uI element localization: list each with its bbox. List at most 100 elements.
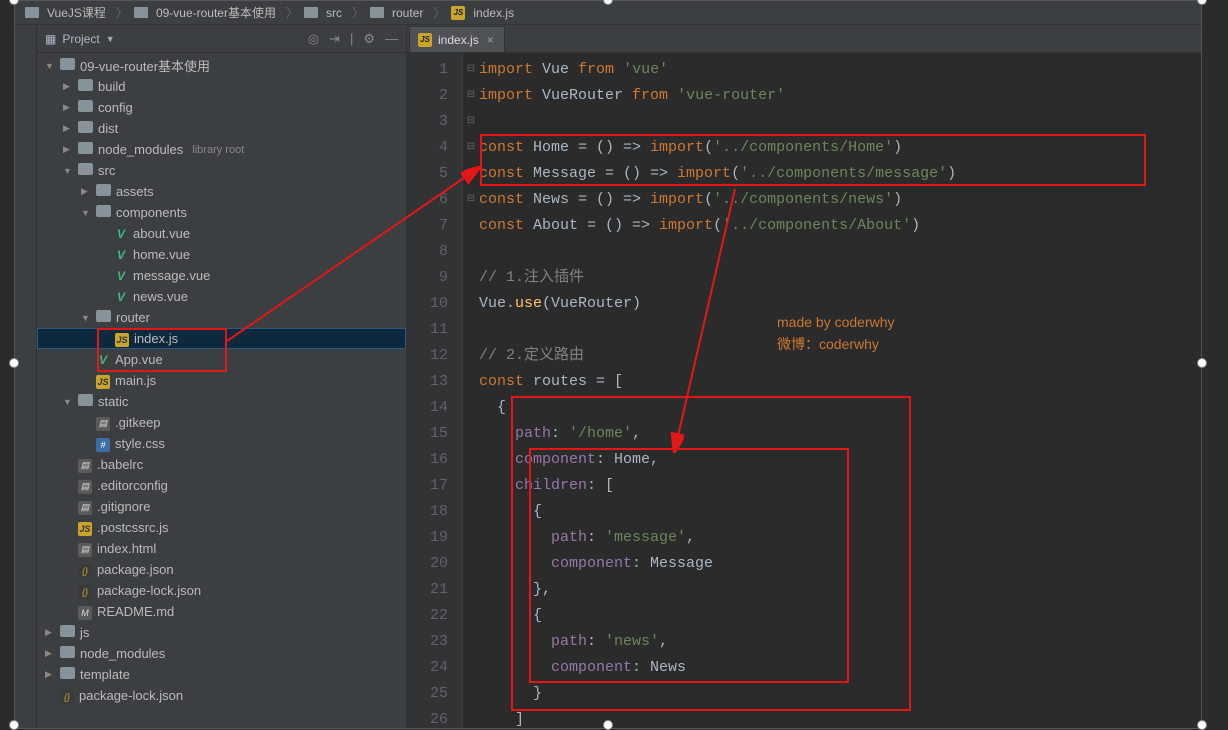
breadcrumb-item[interactable]: src	[300, 6, 350, 20]
tree-item[interactable]: static	[37, 391, 406, 412]
line-number[interactable]: 4	[407, 135, 448, 161]
line-number[interactable]: 11	[407, 317, 448, 343]
close-icon[interactable]: ×	[485, 33, 496, 47]
editor-tab[interactable]: JS index.js ×	[409, 26, 505, 52]
line-number[interactable]: 14	[407, 395, 448, 421]
tree-item[interactable]: {}package-lock.json	[37, 685, 406, 706]
code-line[interactable]: const Home = () => import('../components…	[479, 135, 1201, 161]
line-number-gutter[interactable]: 1234567891011121314151617181920212223242…	[407, 53, 463, 728]
tree-item[interactable]: ▤.gitkeep	[37, 412, 406, 433]
code-line[interactable]: import Vue from 'vue'	[479, 57, 1201, 83]
fold-marker[interactable]: ⊟	[463, 83, 479, 109]
code-line[interactable]: ]	[479, 707, 1201, 728]
code-line[interactable]	[479, 239, 1201, 265]
tree-item[interactable]: ▤.babelrc	[37, 454, 406, 475]
left-tool-rail[interactable]	[15, 25, 37, 728]
tree-item[interactable]: config	[37, 97, 406, 118]
line-number[interactable]: 9	[407, 265, 448, 291]
expand-arrow-icon[interactable]	[63, 102, 73, 113]
tree-item[interactable]: JSindex.js	[37, 328, 406, 349]
expand-arrow-icon[interactable]	[81, 208, 91, 218]
line-number[interactable]: 23	[407, 629, 448, 655]
expand-arrow-icon[interactable]	[45, 627, 55, 638]
line-number[interactable]: 13	[407, 369, 448, 395]
line-number[interactable]: 19	[407, 525, 448, 551]
collapse-icon[interactable]: ⇥	[329, 31, 340, 47]
tree-item[interactable]: js	[37, 622, 406, 643]
line-number[interactable]: 2	[407, 83, 448, 109]
fold-column[interactable]: ⊟⊟⊟⊟⊟⊟	[463, 53, 479, 728]
code-line[interactable]: path: 'news',	[479, 629, 1201, 655]
tree-item[interactable]: ▤.editorconfig	[37, 475, 406, 496]
tree-item[interactable]: MREADME.md	[37, 601, 406, 622]
target-icon[interactable]: ◎	[308, 31, 319, 47]
tree-item[interactable]: ▤index.html	[37, 538, 406, 559]
code-line[interactable]: import VueRouter from 'vue-router'	[479, 83, 1201, 109]
fold-marker[interactable]: ⊟	[463, 135, 479, 161]
line-number[interactable]: 17	[407, 473, 448, 499]
line-number[interactable]: 20	[407, 551, 448, 577]
editor-tab-bar[interactable]: JS index.js ×	[407, 25, 1201, 53]
tree-item[interactable]: router	[37, 307, 406, 328]
fold-marker[interactable]: ⊟	[463, 187, 479, 213]
line-number[interactable]: 3	[407, 109, 448, 135]
code-line[interactable]: {	[479, 395, 1201, 421]
expand-arrow-icon[interactable]	[63, 81, 73, 92]
expand-arrow-icon[interactable]	[63, 166, 73, 176]
code-line[interactable]: const Message = () => import('../compone…	[479, 161, 1201, 187]
code-line[interactable]: const News = () => import('../components…	[479, 187, 1201, 213]
tree-item[interactable]: components	[37, 202, 406, 223]
fold-marker[interactable]: ⊟	[463, 57, 479, 83]
fold-marker[interactable]: ⊟	[463, 109, 479, 135]
line-number[interactable]: 1	[407, 57, 448, 83]
gear-icon[interactable]: ⚙	[363, 31, 375, 47]
breadcrumb-item[interactable]: JSindex.js	[447, 6, 522, 20]
code-line[interactable]: const About = () => import('../component…	[479, 213, 1201, 239]
expand-arrow-icon[interactable]	[81, 313, 91, 323]
code-line[interactable]: {	[479, 499, 1201, 525]
code-line[interactable]: path: '/home',	[479, 421, 1201, 447]
tree-item[interactable]: src	[37, 160, 406, 181]
code-line[interactable]: }	[479, 681, 1201, 707]
code-line[interactable]: component: Home,	[479, 447, 1201, 473]
code-line[interactable]: const routes = [	[479, 369, 1201, 395]
tree-item[interactable]: build	[37, 76, 406, 97]
code-line[interactable]: // 1.注入插件	[479, 265, 1201, 291]
line-number[interactable]: 24	[407, 655, 448, 681]
code-line[interactable]: path: 'message',	[479, 525, 1201, 551]
line-number[interactable]: 25	[407, 681, 448, 707]
code-line[interactable]: component: News	[479, 655, 1201, 681]
expand-arrow-icon[interactable]	[63, 123, 73, 134]
code-editor[interactable]: 1234567891011121314151617181920212223242…	[407, 53, 1201, 728]
tree-item[interactable]: 09-vue-router基本使用	[37, 55, 406, 76]
line-number[interactable]: 10	[407, 291, 448, 317]
code-line[interactable]: component: Message	[479, 551, 1201, 577]
expand-arrow-icon[interactable]	[63, 397, 73, 407]
line-number[interactable]: 7	[407, 213, 448, 239]
tree-item[interactable]: Vabout.vue	[37, 223, 406, 244]
expand-arrow-icon[interactable]	[45, 61, 55, 71]
code-line[interactable]	[479, 109, 1201, 135]
tree-item[interactable]: dist	[37, 118, 406, 139]
line-number[interactable]: 18	[407, 499, 448, 525]
line-number[interactable]: 26	[407, 707, 448, 728]
tree-item[interactable]: ▤.gitignore	[37, 496, 406, 517]
selection-handle[interactable]	[1197, 0, 1207, 5]
code-line[interactable]: {	[479, 603, 1201, 629]
project-view-icon[interactable]: ▦	[45, 32, 56, 46]
code-content[interactable]: import Vue from 'vue'import VueRouter fr…	[479, 53, 1201, 728]
expand-arrow-icon[interactable]	[81, 186, 91, 197]
tree-item[interactable]: JSmain.js	[37, 370, 406, 391]
line-number[interactable]: 5	[407, 161, 448, 187]
tree-item[interactable]: {}package-lock.json	[37, 580, 406, 601]
tree-item[interactable]: node_moduleslibrary root	[37, 139, 406, 160]
line-number[interactable]: 16	[407, 447, 448, 473]
dropdown-icon[interactable]: ▼	[106, 34, 115, 44]
code-line[interactable]: },	[479, 577, 1201, 603]
breadcrumb-item[interactable]: 09-vue-router基本使用	[130, 4, 284, 21]
line-number[interactable]: 21	[407, 577, 448, 603]
line-number[interactable]: 22	[407, 603, 448, 629]
line-number[interactable]: 6	[407, 187, 448, 213]
tree-item[interactable]: {}package.json	[37, 559, 406, 580]
hide-icon[interactable]: —	[385, 31, 398, 47]
